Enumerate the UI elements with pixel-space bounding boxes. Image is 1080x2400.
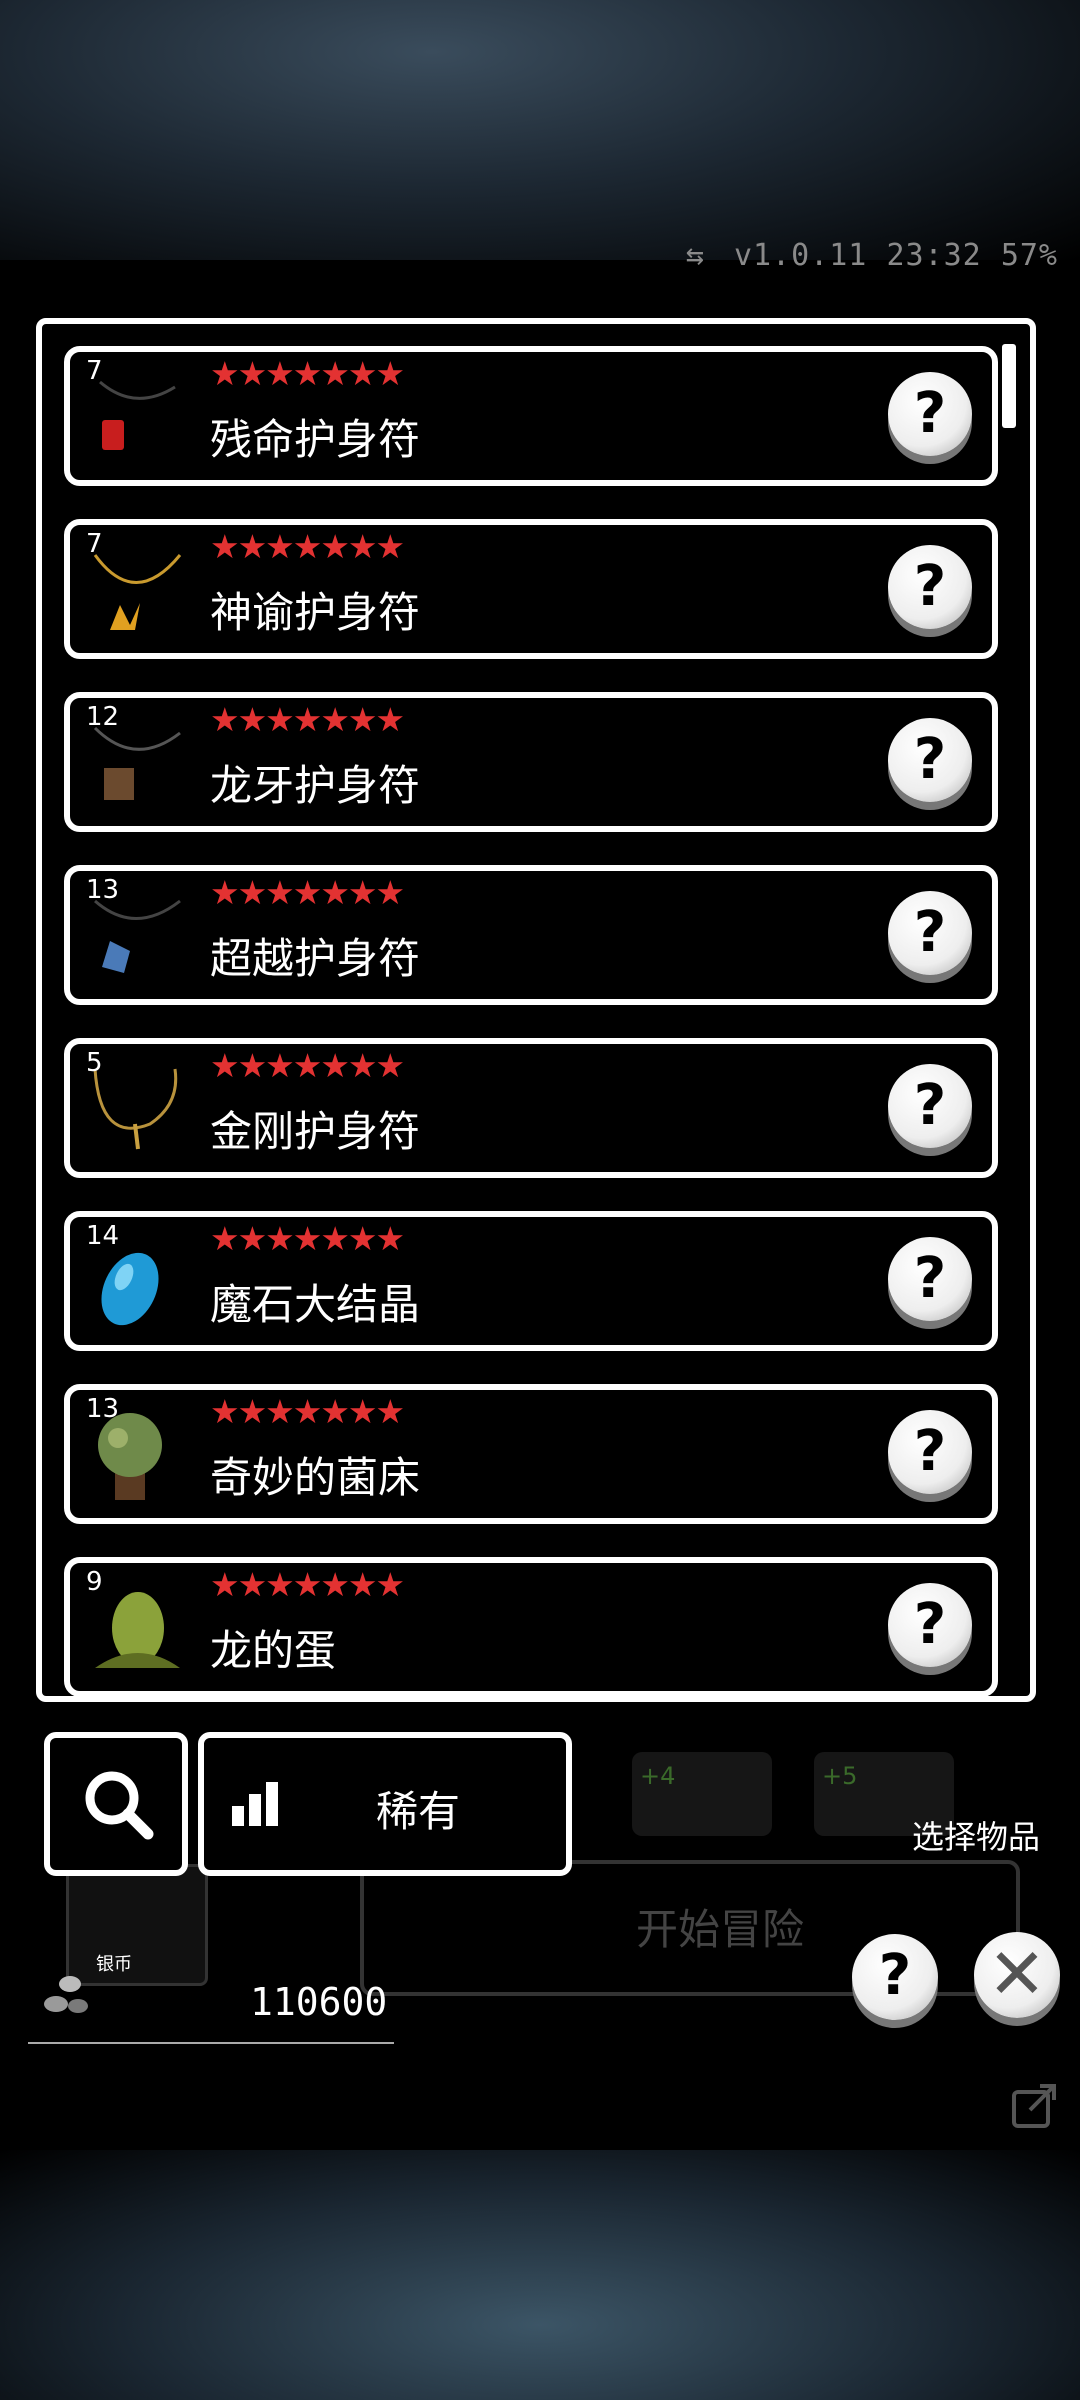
rarity-stars: ★★★★★★★: [210, 354, 405, 393]
rarity-stars: ★★★★★★★: [210, 1046, 405, 1085]
rarity-stars: ★★★★★★★: [210, 873, 405, 912]
item-name: 奇妙的菌床: [210, 1453, 421, 1502]
close-button[interactable]: ✕: [974, 1932, 1060, 2018]
item-count: 14: [86, 1221, 120, 1251]
battery-text: 57%: [1000, 238, 1058, 273]
item-count: 13: [86, 875, 120, 905]
item-help-button[interactable]: ?: [888, 1410, 972, 1494]
item-card[interactable]: 12 ★★★★★★★ 龙牙护身符 ?: [64, 692, 998, 832]
item-name: 金刚护身符: [210, 1107, 421, 1156]
item-help-button[interactable]: ?: [888, 891, 972, 975]
item-card[interactable]: 14 ★★★★★★★ 魔石大结晶 ?: [64, 1211, 998, 1351]
help-button[interactable]: ?: [852, 1934, 938, 2020]
rarity-filter-button[interactable]: 稀有: [198, 1732, 572, 1876]
divider: [28, 2042, 394, 2044]
item-help-button[interactable]: ?: [888, 718, 972, 802]
item-name: 龙的蛋: [210, 1626, 337, 1675]
item-name: 龙牙护身符: [210, 761, 421, 810]
item-count: 5: [86, 1048, 103, 1078]
item-count: 7: [86, 356, 103, 386]
item-count: 7: [86, 529, 103, 559]
item-card[interactable]: 13 ★★★★★★★ 奇妙的菌床 ?: [64, 1384, 998, 1524]
decorative-footer-art: [0, 2150, 1080, 2400]
item-name: 残命护身符: [210, 415, 421, 464]
item-help-button[interactable]: ?: [888, 1237, 972, 1321]
item-help-button[interactable]: ?: [888, 1064, 972, 1148]
item-count: 12: [86, 702, 120, 732]
silver-coins-icon: [44, 1976, 88, 2013]
item-name: 超越护身符: [210, 934, 421, 983]
item-card[interactable]: 7 ★★★★★★★ 残命护身符 ?: [64, 346, 998, 486]
rarity-stars: ★★★★★★★: [210, 527, 405, 566]
rarity-stars: ★★★★★★★: [210, 700, 405, 739]
bonus-text: +5: [822, 1762, 858, 1790]
start-adventure-label: 开始冒险: [636, 1905, 805, 1954]
rarity-stars: ★★★★★★★: [210, 1392, 405, 1431]
export-icon[interactable]: [1010, 2080, 1060, 2130]
decorative-header-art: [0, 0, 1080, 260]
search-icon: [85, 1771, 154, 1840]
select-item-label: 选择物品: [911, 1818, 1040, 1856]
rarity-stars: ★★★★★★★: [210, 1219, 405, 1258]
bonus-text: +4: [640, 1762, 676, 1790]
item-name: 神谕护身符: [210, 588, 421, 637]
rarity-stars: ★★★★★★★: [210, 1565, 405, 1604]
sync-icon: ⇆: [685, 238, 705, 273]
time-text: 23:32: [886, 238, 982, 273]
item-list-panel[interactable]: 7 ★★★★★★★ 残命护身符 ? 7 ★★★★★★★ 神谕护身符 ? 12 ★…: [36, 318, 1036, 1702]
item-help-button[interactable]: ?: [888, 372, 972, 456]
version-text: v1.0.11: [733, 238, 868, 273]
item-count: 13: [86, 1394, 120, 1424]
silver-amount: 110600: [250, 1980, 388, 2024]
scrollbar-thumb[interactable]: [1002, 344, 1016, 428]
filter-label: 稀有: [376, 1787, 461, 1836]
search-button[interactable]: [44, 1732, 188, 1876]
item-help-button[interactable]: ?: [888, 1583, 972, 1667]
bar-chart-icon: [232, 1782, 278, 1826]
item-name: 魔石大结晶: [210, 1280, 421, 1329]
status-bar: ⇆ v1.0.11 23:32 57%: [686, 238, 1058, 273]
silver-label: 银币: [96, 1954, 132, 1975]
item-count: 9: [86, 1567, 103, 1597]
item-card[interactable]: 13 ★★★★★★★ 超越护身符 ?: [64, 865, 998, 1005]
item-help-button[interactable]: ?: [888, 545, 972, 629]
item-card[interactable]: 9 ★★★★★★★ 龙的蛋 ?: [64, 1557, 998, 1696]
item-card[interactable]: 7 ★★★★★★★ 神谕护身符 ?: [64, 519, 998, 659]
item-card[interactable]: 5 ★★★★★★★ 金刚护身符 ?: [64, 1038, 998, 1178]
